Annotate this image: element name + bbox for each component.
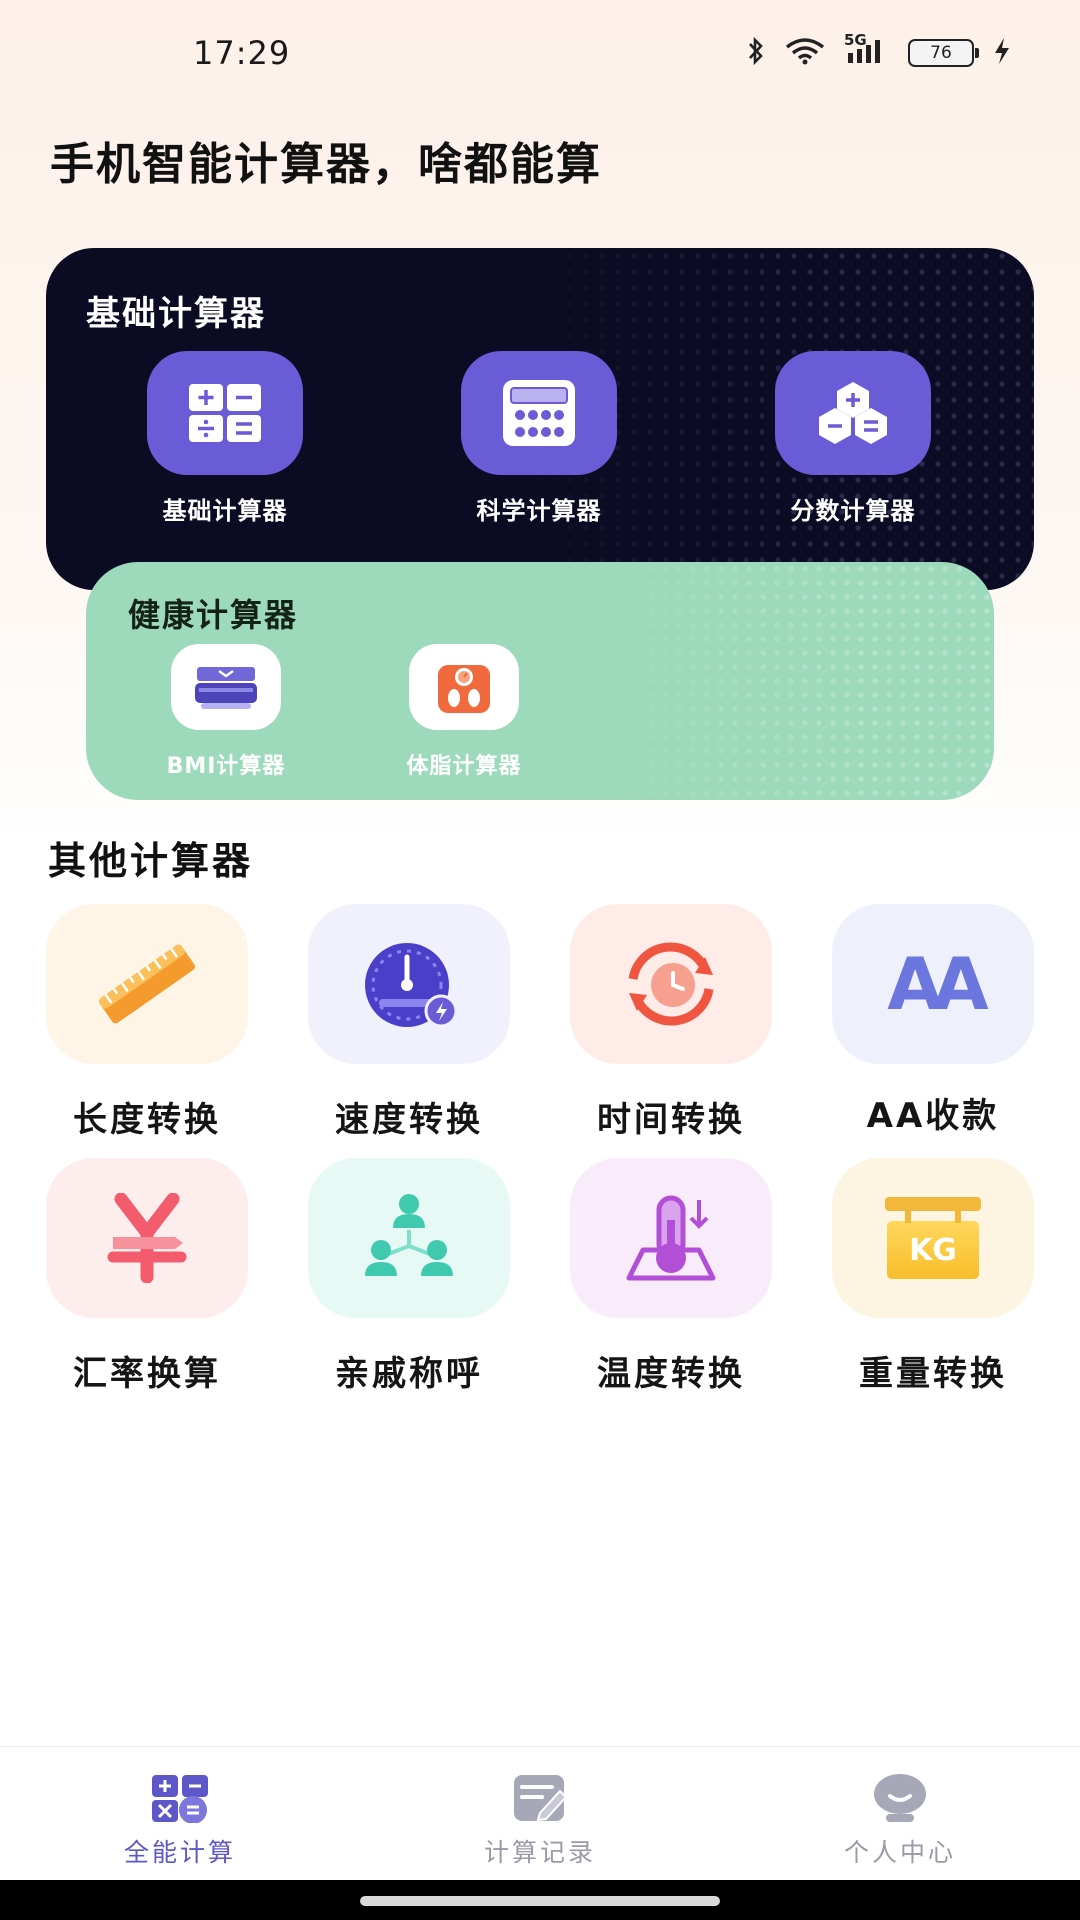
status-icons: 5G 76 — [746, 31, 1012, 70]
nav-tab-history[interactable]: 计算记录 — [430, 1773, 650, 1869]
relative-title-item[interactable]: 亲戚称呼 — [308, 1158, 510, 1395]
calculator-grid-icon — [150, 1773, 210, 1823]
scientific-calculator-label: 科学计算器 — [476, 497, 602, 525]
body-fat-calculator-item[interactable]: 体脂计算器 — [364, 644, 564, 780]
ruler-icon — [46, 904, 248, 1064]
cellular-signal-icon: 5G — [844, 31, 890, 69]
body-fat-scale-icon — [409, 644, 519, 730]
fraction-calculator-item[interactable]: 分数计算器 — [743, 351, 963, 526]
yen-currency-icon — [46, 1158, 248, 1318]
charging-icon — [992, 36, 1012, 70]
status-time: 17:29 — [193, 34, 291, 72]
time-conversion-label: 时间转换 — [597, 1100, 745, 1140]
weight-conversion-item[interactable]: KG 重量转换 — [832, 1158, 1034, 1395]
time-conversion-item[interactable]: 时间转换 — [570, 904, 772, 1141]
scientific-calculator-icon — [461, 351, 617, 475]
home-indicator[interactable] — [360, 1896, 720, 1906]
fraction-calculator-label: 分数计算器 — [790, 497, 916, 525]
exchange-rate-item[interactable]: 汇率换算 — [46, 1158, 248, 1395]
health-calculators-card: 健康计算器 BMI计算器 体脂计算器 — [86, 562, 994, 800]
battery-icon: 76 — [908, 39, 979, 67]
edit-notes-icon — [510, 1773, 570, 1823]
basic-calculators-card: 基础计算器 基础计算器 科学计算器 分数计算器 — [46, 248, 1034, 590]
basic-calculator-item[interactable]: 基础计算器 — [115, 351, 335, 526]
user-profile-icon — [870, 1773, 930, 1823]
body-fat-calculator-label: 体脂计算器 — [406, 754, 522, 779]
basic-calculator-label: 基础计算器 — [162, 497, 288, 525]
bottom-navigation: 全能计算 计算记录 个人中心 — [0, 1746, 1080, 1881]
aa-payment-label: AA收款 — [866, 1096, 1000, 1136]
nav-label-profile: 个人中心 — [843, 1838, 956, 1867]
length-conversion-label: 长度转换 — [73, 1100, 221, 1140]
bmi-calculator-item[interactable]: BMI计算器 — [126, 644, 326, 780]
temperature-conversion-item[interactable]: 温度转换 — [570, 1158, 772, 1395]
system-gesture-bar — [0, 1880, 1080, 1920]
basic-section-title: 基础计算器 — [86, 294, 266, 334]
bmi-calculator-label: BMI计算器 — [166, 754, 286, 779]
bluetooth-icon — [746, 36, 766, 70]
health-section-title: 健康计算器 — [128, 596, 299, 634]
relative-title-label: 亲戚称呼 — [335, 1354, 483, 1394]
clock-cycle-icon — [570, 904, 772, 1064]
bmi-scale-icon — [171, 644, 281, 730]
nav-tab-profile[interactable]: 个人中心 — [790, 1773, 1010, 1869]
dot-pattern-decoration — [574, 562, 994, 800]
speedometer-icon — [308, 904, 510, 1064]
kg-weight-icon: KG — [832, 1158, 1034, 1318]
fraction-calculator-icon — [775, 351, 931, 475]
speed-conversion-label: 速度转换 — [335, 1100, 483, 1140]
aa-payment-item[interactable]: AA AA收款 — [832, 904, 1034, 1137]
nav-tab-all-calculators[interactable]: 全能计算 — [70, 1773, 290, 1869]
temperature-conversion-label: 温度转换 — [597, 1354, 745, 1394]
page-headline: 手机智能计算器，啥都能算 — [50, 139, 602, 190]
length-conversion-item[interactable]: 长度转换 — [46, 904, 248, 1141]
weight-conversion-label: 重量转换 — [859, 1354, 1007, 1394]
speed-conversion-item[interactable]: 速度转换 — [308, 904, 510, 1141]
wifi-icon — [784, 37, 826, 69]
other-section-title: 其他计算器 — [48, 839, 254, 883]
aa-icon: AA — [832, 904, 1034, 1064]
exchange-rate-label: 汇率换算 — [73, 1354, 221, 1394]
nav-label-all-calculators: 全能计算 — [123, 1838, 236, 1867]
family-tree-icon — [308, 1158, 510, 1318]
scientific-calculator-item[interactable]: 科学计算器 — [429, 351, 649, 526]
thermometer-icon — [570, 1158, 772, 1318]
nav-label-history: 计算记录 — [483, 1838, 596, 1867]
basic-calculator-icon — [147, 351, 303, 475]
status-bar: 17:29 5G 76 — [0, 0, 1080, 110]
